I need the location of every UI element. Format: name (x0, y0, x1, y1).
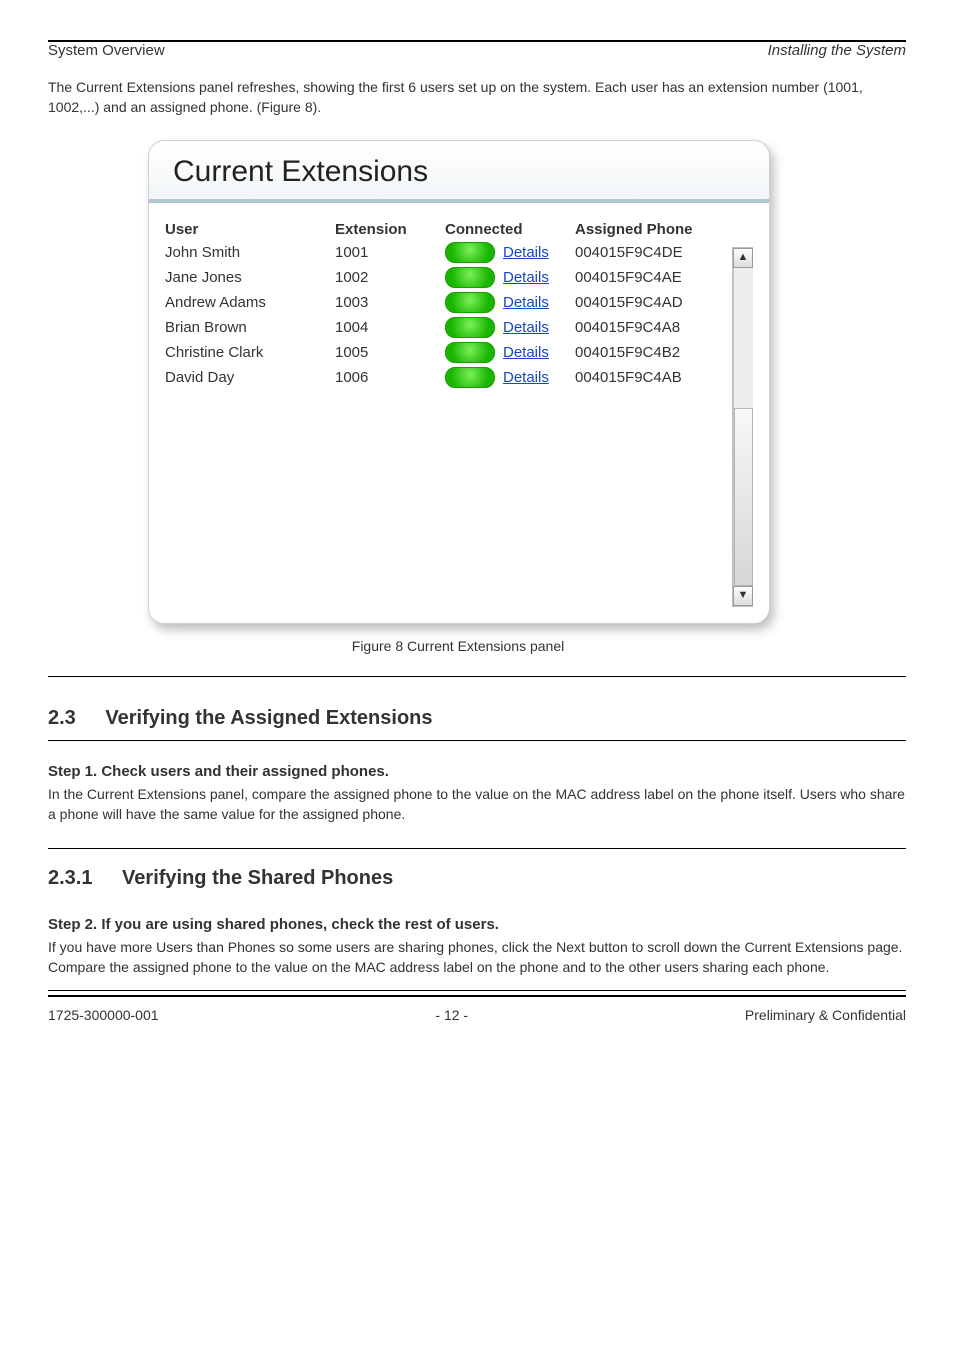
step2-title: Step 2. If you are using shared phones, … (48, 916, 906, 933)
ext-cell: 1003 (335, 294, 445, 311)
user-cell: Andrew Adams (165, 294, 335, 311)
connected-cell: Details (445, 342, 575, 363)
section-title: Verifying the Assigned Extensions (105, 707, 432, 729)
scroll-track[interactable] (733, 268, 753, 586)
details-link[interactable]: Details (503, 244, 549, 261)
panel-header: Current Extensions (149, 141, 769, 203)
assigned-phone-cell: 004015F9C4DE (575, 244, 725, 261)
col-connected: Connected (445, 221, 575, 238)
details-link[interactable]: Details (503, 344, 549, 361)
assigned-phone-cell: 004015F9C4AD (575, 294, 725, 311)
footer-right: Preliminary & Confidential (745, 1007, 906, 1023)
subsection-title: Verifying the Shared Phones (122, 867, 393, 889)
subsection-number: 2.3.1 (48, 867, 92, 890)
status-pill-icon (445, 342, 495, 363)
connected-cell: Details (445, 242, 575, 263)
section-divider (48, 740, 906, 741)
page-header: System Overview Installing the System (48, 42, 906, 77)
panel-title: Current Extensions (173, 155, 428, 188)
section-number: 2.3 (48, 707, 76, 730)
user-cell: John Smith (165, 244, 335, 261)
column-header-row: User Extension Connected Assigned Phone (165, 219, 732, 240)
ext-cell: 1005 (335, 344, 445, 361)
ext-cell: 1001 (335, 244, 445, 261)
col-user: User (165, 221, 335, 238)
connected-cell: Details (445, 317, 575, 338)
scroll-down-button[interactable]: ▼ (733, 586, 753, 606)
status-pill-icon (445, 317, 495, 338)
intro-paragraph: The Current Extensions panel refreshes, … (48, 77, 906, 118)
footer-divider (48, 990, 906, 991)
connected-cell: Details (445, 367, 575, 388)
table-row: David Day 1006 Details 004015F9C4AB (165, 365, 732, 390)
list-area: User Extension Connected Assigned Phone … (165, 219, 732, 623)
user-cell: David Day (165, 369, 335, 386)
status-pill-icon (445, 242, 495, 263)
current-extensions-panel: Current Extensions User Extension Connec… (148, 140, 770, 624)
details-link[interactable]: Details (503, 369, 549, 386)
footer-center: - 12 - (435, 1007, 468, 1023)
status-pill-icon (445, 367, 495, 388)
page-footer: 1725-300000-001 - 12 - Preliminary & Con… (48, 997, 906, 1023)
status-pill-icon (445, 267, 495, 288)
scroll-up-button[interactable]: ▲ (733, 248, 753, 268)
table-row: John Smith 1001 Details 004015F9C4DE (165, 240, 732, 265)
status-pill-icon (445, 292, 495, 313)
user-cell: Jane Jones (165, 269, 335, 286)
details-link[interactable]: Details (503, 269, 549, 286)
ext-cell: 1006 (335, 369, 445, 386)
connected-cell: Details (445, 267, 575, 288)
table-row: Brian Brown 1004 Details 004015F9C4A8 (165, 315, 732, 340)
assigned-phone-cell: 004015F9C4AE (575, 269, 725, 286)
subsection-heading: 2.3.1 Verifying the Shared Phones (48, 867, 906, 890)
assigned-phone-cell: 004015F9C4A8 (575, 319, 725, 336)
chevron-down-icon: ▼ (738, 590, 749, 601)
chevron-up-icon: ▲ (738, 252, 749, 263)
section-heading: 2.3 Verifying the Assigned Extensions (48, 707, 906, 730)
connected-cell: Details (445, 292, 575, 313)
user-cell: Christine Clark (165, 344, 335, 361)
subsection-divider (48, 848, 906, 849)
ext-cell: 1002 (335, 269, 445, 286)
assigned-phone-cell: 004015F9C4B2 (575, 344, 725, 361)
user-cell: Brian Brown (165, 319, 335, 336)
details-link[interactable]: Details (503, 294, 549, 311)
section-divider (48, 676, 906, 677)
col-assigned: Assigned Phone (575, 221, 725, 238)
col-extension: Extension (335, 221, 445, 238)
table-row: Andrew Adams 1003 Details 004015F9C4AD (165, 290, 732, 315)
figure-caption: Figure 8 Current Extensions panel (148, 638, 768, 654)
step1-body: In the Current Extensions panel, compare… (48, 784, 906, 825)
header-left: System Overview (48, 42, 165, 59)
table-row: Jane Jones 1002 Details 004015F9C4AE (165, 265, 732, 290)
step1-title: Step 1. Check users and their assigned p… (48, 763, 906, 780)
ext-cell: 1004 (335, 319, 445, 336)
table-row: Christine Clark 1005 Details 004015F9C4B… (165, 340, 732, 365)
header-right: Installing the System (768, 42, 906, 59)
scroll-thumb[interactable] (734, 408, 753, 586)
details-link[interactable]: Details (503, 319, 549, 336)
footer-left: 1725-300000-001 (48, 1007, 159, 1023)
vertical-scrollbar[interactable]: ▲ ▼ (732, 247, 753, 607)
step2-body: If you have more Users than Phones so so… (48, 937, 906, 978)
assigned-phone-cell: 004015F9C4AB (575, 369, 725, 386)
panel-body: User Extension Connected Assigned Phone … (149, 203, 769, 623)
